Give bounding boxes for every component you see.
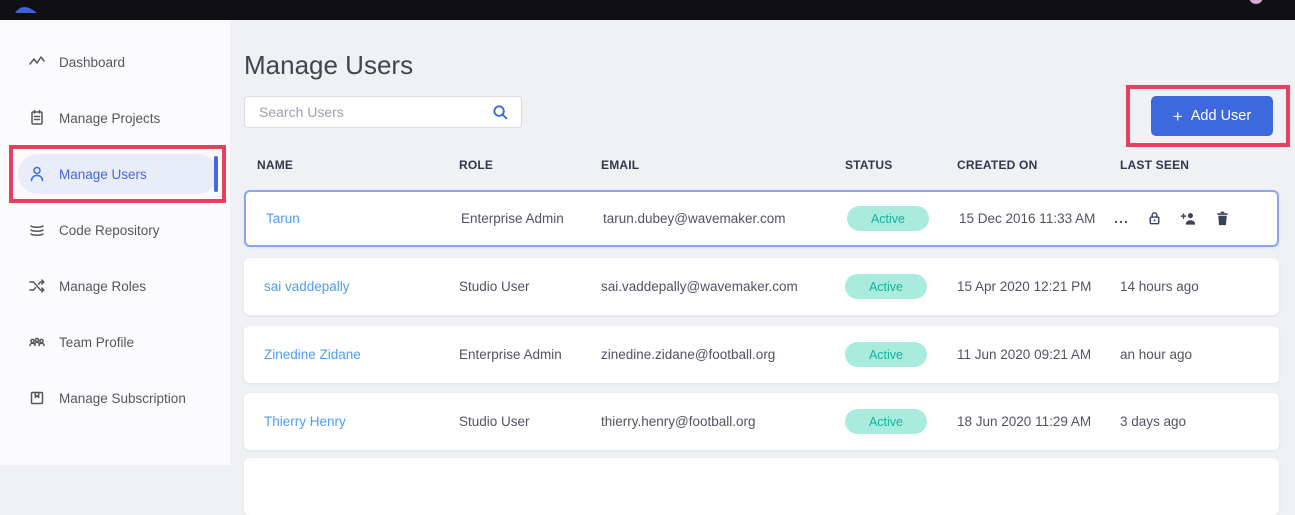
sidebar-item-team-profile[interactable]: Team Profile	[18, 322, 218, 362]
created-on: 18 Jun 2020 11:29 AM	[957, 414, 1120, 429]
last-seen: 14 hours ago	[1120, 279, 1279, 294]
table-row[interactable]	[244, 458, 1279, 515]
sidebar-item-label: Code Repository	[59, 223, 160, 238]
user-icon	[28, 165, 46, 183]
shuffle-icon	[28, 277, 46, 295]
column-header-name: NAME	[244, 158, 459, 172]
column-header-last-seen: LAST SEEN	[1120, 158, 1279, 172]
user-role: Studio User	[459, 279, 601, 294]
sidebar: Dashboard Manage Projects Manage Users C…	[0, 20, 230, 465]
column-header-role: ROLE	[459, 158, 601, 172]
status-badge: Active	[845, 409, 927, 434]
status-badge: Active	[845, 274, 927, 299]
user-email: sai.vaddepally@wavemaker.com	[601, 279, 845, 294]
table-header: NAME ROLE EMAIL STATUS CREATED ON LAST S…	[244, 155, 1279, 175]
top-bar	[0, 0, 1295, 20]
status-badge: Active	[847, 206, 929, 231]
sidebar-item-label: Dashboard	[59, 55, 125, 70]
user-email: thierry.henry@football.org	[601, 414, 845, 429]
user-name-link[interactable]: sai vaddepally	[244, 279, 459, 294]
pulse-icon	[28, 53, 46, 71]
clipboard-icon	[28, 109, 46, 127]
more-icon[interactable]	[1113, 211, 1129, 227]
bookmark-box-icon	[28, 389, 46, 407]
sidebar-item-label: Manage Projects	[59, 111, 160, 126]
sidebar-item-manage-users[interactable]: Manage Users	[18, 154, 218, 194]
column-header-status: STATUS	[845, 158, 957, 172]
created-on: 11 Jun 2020 09:21 AM	[957, 347, 1120, 362]
wavemaker-logo-sliver	[13, 0, 39, 18]
search-box	[244, 96, 522, 128]
user-role: Enterprise Admin	[461, 211, 603, 226]
team-icon	[28, 333, 46, 351]
column-header-email: EMAIL	[601, 158, 845, 172]
user-name-link[interactable]: Thierry Henry	[244, 414, 459, 429]
sidebar-item-manage-projects[interactable]: Manage Projects	[18, 98, 218, 138]
created-on: 15 Apr 2020 12:21 PM	[957, 279, 1120, 294]
sidebar-item-manage-subscription[interactable]: Manage Subscription	[18, 378, 218, 418]
delete-icon[interactable]	[1215, 210, 1230, 227]
plus-icon: +	[1173, 108, 1183, 125]
sidebar-item-code-repository[interactable]: Code Repository	[18, 210, 218, 250]
sidebar-item-label: Manage Subscription	[59, 391, 186, 406]
status-badge: Active	[845, 342, 927, 367]
add-user-button[interactable]: + Add User	[1151, 96, 1273, 136]
column-header-created-on: CREATED ON	[957, 158, 1120, 172]
user-name-link[interactable]: Tarun	[246, 211, 461, 226]
table-row[interactable]: Tarun Enterprise Admin tarun.dubey@wavem…	[244, 190, 1279, 247]
add-user-icon[interactable]	[1180, 210, 1198, 227]
sidebar-item-label: Manage Users	[59, 167, 147, 182]
user-role: Studio User	[459, 414, 601, 429]
search-input[interactable]	[257, 103, 492, 121]
sidebar-item-dashboard[interactable]: Dashboard	[18, 42, 218, 82]
sidebar-item-label: Team Profile	[59, 335, 134, 350]
user-name-link[interactable]: Zinedine Zidane	[244, 347, 459, 362]
search-icon[interactable]	[492, 104, 509, 121]
last-seen: 3 days ago	[1120, 414, 1279, 429]
last-seen: an hour ago	[1120, 347, 1279, 362]
table-row[interactable]: Zinedine Zidane Enterprise Admin zinedin…	[244, 326, 1279, 383]
sidebar-item-label: Manage Roles	[59, 279, 146, 294]
page-title: Manage Users	[244, 50, 413, 81]
user-role: Enterprise Admin	[459, 347, 601, 362]
table-row[interactable]: sai vaddepally Studio User sai.vaddepall…	[244, 258, 1279, 315]
user-email: tarun.dubey@wavemaker.com	[603, 211, 847, 226]
user-email: zinedine.zidane@football.org	[601, 347, 845, 362]
add-user-label: Add User	[1191, 108, 1251, 124]
created-on: 15 Dec 2016 11:33 AM	[959, 211, 1122, 226]
table-row[interactable]: Thierry Henry Studio User thierry.henry@…	[244, 393, 1279, 450]
row-actions	[1113, 210, 1277, 227]
stack-icon	[28, 221, 46, 239]
lock-icon[interactable]	[1146, 210, 1163, 227]
sidebar-item-manage-roles[interactable]: Manage Roles	[18, 266, 218, 306]
active-indicator-bar	[214, 156, 218, 192]
